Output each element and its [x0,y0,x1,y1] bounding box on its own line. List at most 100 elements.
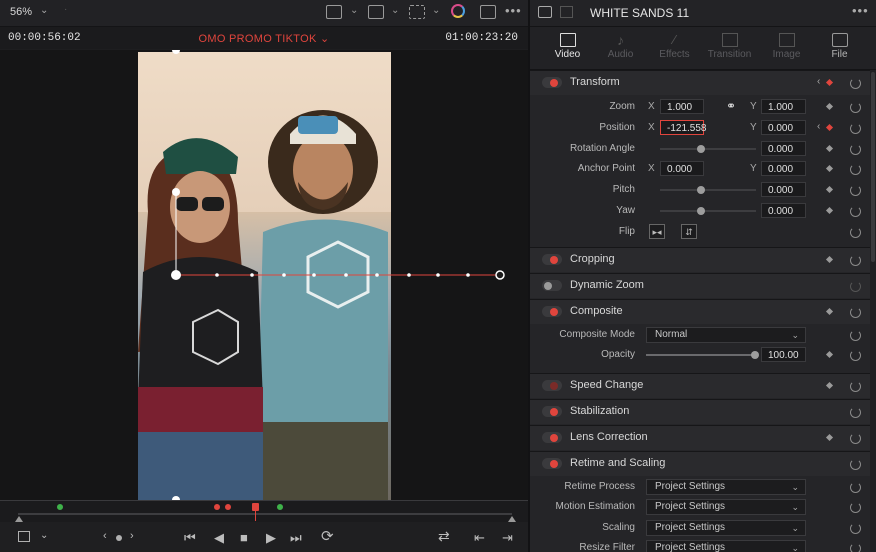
next-clip-icon[interactable]: ⇥ [502,530,513,546]
color-wheel-icon[interactable] [451,4,465,18]
scrub-track[interactable] [18,513,512,515]
dynamic-zoom-toggle[interactable] [542,280,562,291]
scaling-select[interactable]: Project Settings ⌄ [646,520,806,536]
stop-icon[interactable]: ■ [240,530,248,545]
reset-icon[interactable] [850,381,861,392]
marker-red[interactable] [214,504,220,510]
keyframe-icon[interactable] [825,123,834,132]
section-speed-change[interactable]: Speed Change [530,373,870,398]
reset-icon[interactable] [850,206,861,217]
match-frame-icon[interactable]: ⇄ [438,528,450,545]
keyframe-prev-icon[interactable]: ‹ [817,121,820,132]
rotation-field[interactable]: 0.000 [761,141,806,156]
retime-process-select[interactable]: Project Settings ⌄ [646,479,806,495]
keyframe-prev-icon[interactable]: ‹ [817,76,820,87]
lens-correction-toggle[interactable] [542,432,562,443]
retime-toggle[interactable] [542,458,562,469]
transform-overlay-icon[interactable] [409,5,425,19]
opacity-slider[interactable] [646,351,759,359]
reset-icon[interactable] [850,281,861,292]
hd-output-icon[interactable] [368,5,384,19]
motion-estimation-select[interactable]: Project Settings ⌄ [646,499,806,515]
reset-icon[interactable] [850,433,861,444]
composite-mode-select[interactable]: Normal ⌄ [646,327,806,343]
loop-icon[interactable]: ⟳ [321,527,334,545]
keyframe-icon[interactable] [825,144,834,153]
anchor-y-field[interactable]: 0.000 [761,161,806,176]
reset-icon[interactable] [850,330,861,341]
jog-left-icon[interactable]: ‹ [103,530,107,542]
chevron-down-icon[interactable]: ⌄ [350,5,358,16]
section-dynamic-zoom[interactable]: Dynamic Zoom [530,273,870,298]
reset-icon[interactable] [850,164,861,175]
reset-icon[interactable] [850,502,861,513]
reset-icon[interactable] [850,123,861,134]
section-lens-correction[interactable]: Lens Correction [530,425,870,450]
marker-green[interactable] [277,504,283,510]
jog-wheel-icon[interactable] [116,535,122,541]
yaw-slider[interactable] [660,207,756,215]
reset-icon[interactable] [850,144,861,155]
section-composite[interactable]: Composite [530,299,870,324]
yaw-field[interactable]: 0.000 [761,203,806,218]
reset-icon[interactable] [850,350,861,361]
flip-horizontal-icon[interactable]: ▸◂ [649,224,665,239]
reset-icon[interactable] [850,543,861,552]
zoom-x-field[interactable]: 1.000 [660,99,704,114]
previous-clip-icon[interactable]: ⇤ [474,530,485,546]
composite-toggle[interactable] [542,306,562,317]
reset-icon[interactable] [850,185,861,196]
position-x-field[interactable]: -121.558 [660,120,706,135]
keyframe-icon[interactable] [825,206,834,215]
inspector-scrollbar[interactable] [870,70,876,552]
tab-video[interactable]: Video [539,27,596,69]
reset-icon[interactable] [850,482,861,493]
first-frame-icon[interactable]: ⏮ [184,530,196,546]
keyframe-icon[interactable] [825,185,834,194]
pitch-slider[interactable] [660,186,756,194]
scrub-bar[interactable] [0,500,528,522]
reset-icon[interactable] [850,102,861,113]
marker-green[interactable] [57,504,63,510]
keyframe-icon[interactable] [825,164,834,173]
keyframe-icon[interactable] [825,433,834,442]
reset-icon[interactable] [850,459,861,470]
position-y-field[interactable]: 0.000 [761,120,806,135]
crop-mode-icon[interactable] [18,531,30,542]
playhead[interactable] [252,503,259,511]
tab-effects[interactable]: ⁄ Effects [646,27,703,69]
keyframe-icon[interactable] [825,350,834,359]
speed-change-toggle[interactable] [542,380,562,391]
section-retime-scaling[interactable]: Retime and Scaling [530,451,870,476]
keyframe-icon[interactable] [825,307,834,316]
pitch-field[interactable]: 0.000 [761,182,806,197]
reset-icon[interactable] [850,307,861,318]
cropping-toggle[interactable] [542,254,562,265]
chevron-down-icon[interactable]: ⌄ [40,5,48,16]
section-cropping[interactable]: Cropping [530,247,870,272]
chevron-down-icon[interactable]: ⌄ [40,530,48,541]
play-icon[interactable]: ▶ [266,530,276,546]
tab-image[interactable]: Image [758,27,815,69]
reset-icon[interactable] [850,227,861,238]
keyframe-icon[interactable] [825,255,834,264]
transform-overlay[interactable] [0,50,528,500]
section-stabilization[interactable]: Stabilization [530,399,870,424]
resize-filter-select[interactable]: Project Settings ⌄ [646,540,806,552]
viewer-mode-icon[interactable] [326,5,342,19]
section-transform[interactable]: Transform ‹ [530,70,870,95]
reset-icon[interactable] [850,78,861,89]
anchor-x-field[interactable]: 0.000 [660,161,704,176]
video-viewer[interactable] [0,50,528,500]
last-frame-icon[interactable]: ⏭ [290,530,302,546]
marker-red[interactable] [225,504,231,510]
tab-file[interactable]: File [811,27,868,69]
opacity-field[interactable]: 100.00 [761,347,806,362]
keyframe-icon[interactable] [825,102,834,111]
fullscreen-icon[interactable] [480,5,496,19]
reset-icon[interactable] [850,523,861,534]
chevron-down-icon[interactable]: ⌄ [432,5,440,16]
more-options-icon[interactable]: ••• [852,3,869,18]
chevron-down-icon[interactable]: ⌄ [391,5,399,16]
zoom-y-field[interactable]: 1.000 [761,99,806,114]
